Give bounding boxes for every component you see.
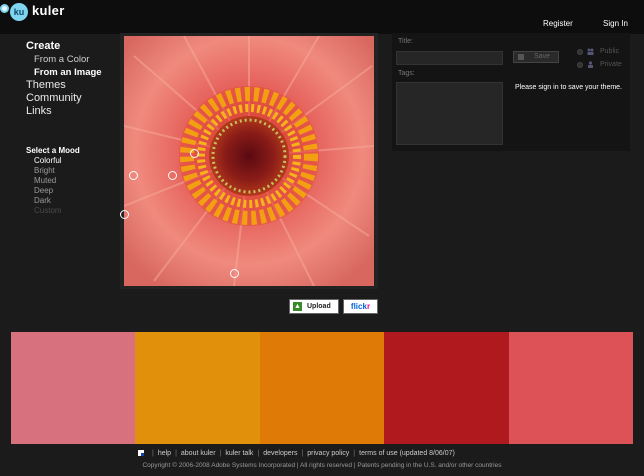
- private-person-icon: [588, 61, 593, 68]
- footer-link-6[interactable]: terms of use (updated 8/06/07): [359, 450, 455, 457]
- color-swatch-2[interactable]: [135, 332, 260, 444]
- window-icon: [0, 4, 9, 13]
- app-name: kuler: [32, 3, 65, 18]
- footer-link-3[interactable]: kuler talk: [225, 450, 253, 457]
- private-label: Private: [600, 61, 622, 68]
- adobe-icon: [138, 450, 144, 456]
- upload-button[interactable]: ▲ Upload: [289, 299, 339, 314]
- color-swatch-3[interactable]: [259, 332, 385, 444]
- mood-custom: Custom: [34, 206, 62, 215]
- footer-link-5[interactable]: privacy policy: [307, 450, 349, 457]
- footer-separator: |: [175, 450, 177, 457]
- tags-label: Tags:: [398, 70, 415, 77]
- public-label: Public: [600, 48, 620, 55]
- private-radio[interactable]: [577, 62, 583, 68]
- color-picker-1[interactable]: [190, 149, 199, 158]
- nav-links[interactable]: Links: [26, 105, 122, 118]
- upload-label: Upload: [307, 303, 331, 310]
- mood-bright[interactable]: Bright: [34, 166, 62, 176]
- footer-separator: |: [152, 450, 154, 457]
- color-swatches: [11, 332, 634, 444]
- color-picker-4[interactable]: [120, 210, 129, 219]
- flower-image: [124, 36, 374, 286]
- title-input[interactable]: [396, 51, 503, 65]
- nav-community[interactable]: Community: [26, 92, 122, 105]
- public-radio[interactable]: [577, 49, 583, 55]
- footer-separator: |: [353, 450, 356, 457]
- nav-from-color[interactable]: From a Color: [26, 53, 122, 66]
- nav-themes[interactable]: Themes: [26, 79, 122, 92]
- tags-input[interactable]: [396, 82, 503, 145]
- kuler-logo[interactable]: ku kuler: [0, 2, 64, 22]
- mood-list: Colorful Bright Muted Deep Dark Custom: [34, 156, 62, 216]
- title-label: Title:: [398, 38, 413, 45]
- color-swatch-4[interactable]: [384, 332, 509, 444]
- left-nav: Create From a Color From an Image Themes…: [26, 40, 122, 118]
- save-label: Save: [534, 53, 550, 60]
- public-people-icon: [587, 48, 594, 55]
- upload-arrow-icon: ▲: [293, 302, 302, 311]
- register-link[interactable]: Register: [543, 19, 573, 28]
- sign-in-link[interactable]: Sign In: [603, 19, 628, 28]
- mood-colorful[interactable]: Colorful: [34, 156, 62, 166]
- top-bar: ku kuler Register Sign In: [0, 0, 644, 34]
- nav-from-image[interactable]: From an Image: [26, 66, 122, 79]
- footer-link-1[interactable]: help: [158, 450, 171, 457]
- footer-separator: |: [219, 450, 222, 457]
- footer-separator: |: [301, 450, 304, 457]
- mood-dark[interactable]: Dark: [34, 196, 62, 206]
- flickr-label-2: r: [366, 302, 371, 311]
- copyright: Copyright © 2006-2008 Adobe Systems Inco…: [142, 462, 502, 469]
- logo-badge: ku: [10, 3, 28, 21]
- source-image[interactable]: [124, 36, 374, 286]
- save-disk-icon: [518, 54, 524, 60]
- mood-muted[interactable]: Muted: [34, 176, 62, 186]
- footer-links: | help | about kuler | kuler talk | developers |…: [148, 450, 455, 457]
- flickr-button[interactable]: flickr: [343, 299, 378, 314]
- footer-separator: |: [257, 450, 260, 457]
- save-button[interactable]: Save: [513, 51, 559, 63]
- signin-message: Please sign in to save your theme.: [515, 84, 623, 91]
- color-picker-3[interactable]: [168, 171, 177, 180]
- color-swatch-5[interactable]: [508, 332, 634, 444]
- mood-title: Select a Mood: [26, 146, 80, 155]
- color-picker-5[interactable]: [230, 269, 239, 278]
- mood-deep[interactable]: Deep: [34, 186, 62, 196]
- flickr-label-1: flick: [350, 302, 367, 311]
- footer-link-2[interactable]: about kuler: [181, 450, 216, 457]
- color-swatch-1[interactable]: [11, 332, 136, 444]
- nav-create[interactable]: Create: [26, 40, 122, 53]
- color-picker-2[interactable]: [129, 171, 138, 180]
- footer-link-4[interactable]: developers: [263, 450, 297, 457]
